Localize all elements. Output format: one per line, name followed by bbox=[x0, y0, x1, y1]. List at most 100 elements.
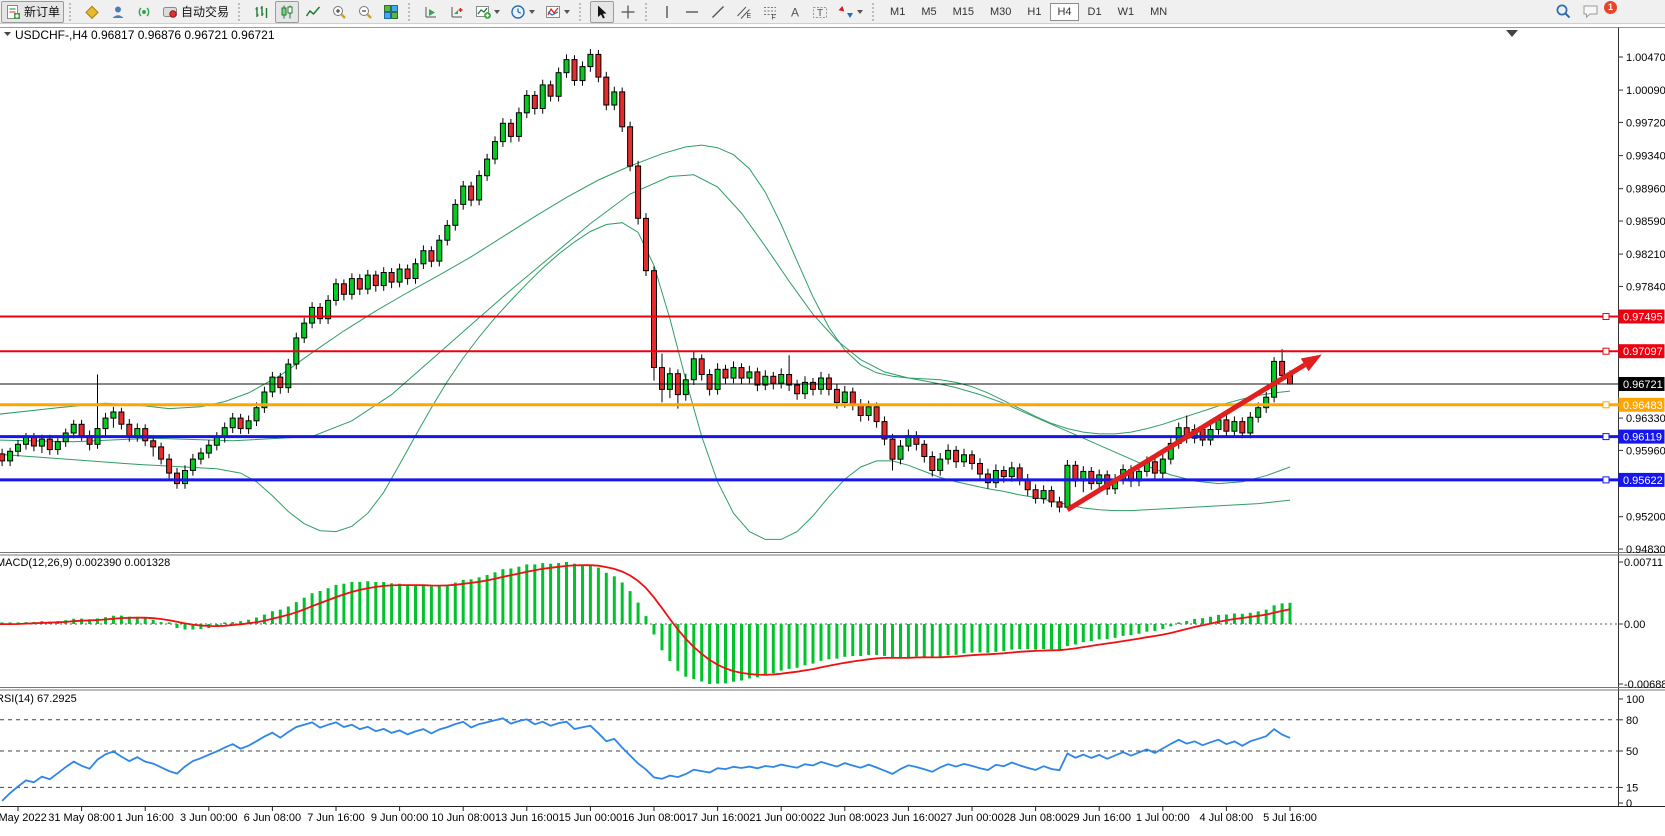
autotrading-button[interactable]: 自动交易 bbox=[158, 1, 233, 23]
signals-button[interactable] bbox=[132, 1, 156, 23]
timeframe-d1[interactable]: D1 bbox=[1081, 3, 1109, 21]
new-chart-button[interactable] bbox=[471, 1, 504, 23]
svg-text:0: 0 bbox=[1626, 798, 1632, 810]
indicators-button[interactable] bbox=[541, 1, 574, 23]
horizontal-lines[interactable] bbox=[0, 314, 1619, 483]
auto-scroll-button[interactable] bbox=[419, 1, 443, 23]
chart-shift-button[interactable] bbox=[445, 1, 469, 23]
text-tool-button[interactable]: A bbox=[784, 1, 806, 23]
search-button[interactable] bbox=[1551, 1, 1576, 23]
svg-text:16 Jun 08:00: 16 Jun 08:00 bbox=[622, 812, 686, 824]
bar-chart-icon bbox=[253, 4, 269, 20]
fibonacci-tool-button[interactable]: F bbox=[758, 1, 782, 23]
period-selector-button[interactable] bbox=[506, 1, 539, 23]
crosshair-tool-button[interactable] bbox=[616, 1, 640, 23]
candlestick-chart-icon bbox=[279, 4, 295, 20]
vertical-line-tool-button[interactable] bbox=[656, 1, 678, 23]
zoom-out-icon bbox=[357, 4, 373, 20]
equidistant-channel-tool-button[interactable]: E bbox=[732, 1, 756, 23]
toolbar-right-tools: 1 bbox=[1550, 0, 1605, 23]
vertical-line-icon bbox=[660, 4, 674, 20]
timeframe-m1[interactable]: M1 bbox=[883, 3, 912, 21]
svg-text:31 May 08:00: 31 May 08:00 bbox=[48, 812, 115, 824]
svg-text:1 Jun 16:00: 1 Jun 16:00 bbox=[116, 812, 174, 824]
notifications-button[interactable] bbox=[1578, 1, 1604, 23]
crosshair-icon bbox=[620, 4, 636, 20]
horizontal-line-icon bbox=[684, 4, 700, 20]
chart-shift-marker[interactable] bbox=[1506, 30, 1518, 37]
chevron-down-icon bbox=[564, 10, 570, 14]
market-watch-button[interactable] bbox=[80, 1, 104, 23]
chart-bars-button[interactable] bbox=[249, 1, 273, 23]
svg-text:0.95200: 0.95200 bbox=[1626, 512, 1665, 524]
autotrading-label: 自动交易 bbox=[181, 3, 229, 20]
svg-text:0.97495: 0.97495 bbox=[1623, 312, 1663, 324]
svg-text:6 Jun 08:00: 6 Jun 08:00 bbox=[244, 812, 302, 824]
timeframe-h4[interactable]: H4 bbox=[1050, 3, 1078, 21]
community-button[interactable] bbox=[106, 1, 130, 23]
chart-shift-icon bbox=[449, 4, 465, 20]
timeframe-mn[interactable]: MN bbox=[1143, 3, 1174, 21]
zoom-out-button[interactable] bbox=[353, 1, 377, 23]
auto-scroll-icon bbox=[423, 4, 439, 20]
text-label-tool-button[interactable]: T bbox=[808, 1, 832, 23]
clock-icon bbox=[510, 4, 526, 20]
svg-text:0.97097: 0.97097 bbox=[1623, 346, 1663, 358]
svg-text:0.96721: 0.96721 bbox=[1623, 379, 1663, 391]
svg-text:0.94830: 0.94830 bbox=[1626, 544, 1665, 556]
fibonacci-icon: F bbox=[762, 4, 778, 20]
svg-text:0.96483: 0.96483 bbox=[1623, 400, 1663, 412]
svg-text:10 Jun 08:00: 10 Jun 08:00 bbox=[431, 812, 495, 824]
svg-text:17 Jun 16:00: 17 Jun 16:00 bbox=[686, 812, 750, 824]
chevron-down-icon bbox=[494, 10, 500, 14]
tile-windows-button[interactable] bbox=[379, 1, 403, 23]
chart-title: USDCHF-,H4 0.96817 0.96876 0.96721 0.967… bbox=[4, 28, 275, 42]
arrows-tool-button[interactable] bbox=[834, 1, 867, 23]
trend-arrow[interactable] bbox=[1067, 355, 1321, 510]
horizontal-line-tool-button[interactable] bbox=[680, 1, 704, 23]
svg-text:-0.006888: -0.006888 bbox=[1624, 679, 1665, 691]
cursor-tool-button[interactable] bbox=[590, 1, 614, 23]
svg-text:A: A bbox=[791, 5, 799, 19]
svg-text:3 Jun 00:00: 3 Jun 00:00 bbox=[180, 812, 238, 824]
zoom-in-button[interactable] bbox=[327, 1, 351, 23]
svg-text:0.97840: 0.97840 bbox=[1626, 281, 1665, 293]
rsi-axis: 1008050150 bbox=[1619, 694, 1645, 810]
svg-text:0.95960: 0.95960 bbox=[1626, 445, 1665, 457]
svg-text:0.99340: 0.99340 bbox=[1626, 151, 1665, 163]
toolbar-separator bbox=[872, 3, 878, 21]
svg-text:0.00711: 0.00711 bbox=[1624, 557, 1663, 569]
svg-text:7 Jun 16:00: 7 Jun 16:00 bbox=[307, 812, 365, 824]
notification-badge[interactable]: 1 bbox=[1604, 1, 1617, 14]
price-chart[interactable]: 1.004701.000900.997200.993400.989600.985… bbox=[0, 0, 1665, 833]
signal-icon bbox=[136, 4, 152, 20]
svg-text:23 Jun 16:00: 23 Jun 16:00 bbox=[877, 812, 941, 824]
svg-text:29 Jun 16:00: 29 Jun 16:00 bbox=[1067, 812, 1131, 824]
timeframe-m15[interactable]: M15 bbox=[946, 3, 981, 21]
svg-text:USDCHF-,H4 0.96817 0.96876 0.9: USDCHF-,H4 0.96817 0.96876 0.96721 0.967… bbox=[15, 28, 275, 42]
svg-text:15 Jun 00:00: 15 Jun 00:00 bbox=[559, 812, 623, 824]
svg-text:0.98590: 0.98590 bbox=[1626, 216, 1665, 228]
svg-text:0.00: 0.00 bbox=[1624, 619, 1645, 631]
text-icon: A bbox=[788, 4, 802, 20]
svg-text:50: 50 bbox=[1626, 746, 1638, 758]
chart-line-button[interactable] bbox=[301, 1, 325, 23]
svg-text:0 May 2022: 0 May 2022 bbox=[0, 812, 47, 824]
toolbar-separator bbox=[408, 3, 414, 21]
svg-text:T: T bbox=[817, 8, 823, 19]
chart-candles-button[interactable] bbox=[275, 1, 299, 23]
gold-diamond-icon bbox=[84, 4, 100, 20]
svg-text:28 Jun 08:00: 28 Jun 08:00 bbox=[1004, 812, 1068, 824]
candles-layer bbox=[0, 49, 1293, 512]
toolbar-separator bbox=[579, 3, 585, 21]
trendline-tool-button[interactable] bbox=[706, 1, 730, 23]
svg-text:0.96330: 0.96330 bbox=[1626, 413, 1665, 425]
timeframe-w1[interactable]: W1 bbox=[1111, 3, 1142, 21]
chart-canvas[interactable]: 1.004701.000900.997200.993400.989600.985… bbox=[0, 0, 1665, 833]
autotrading-icon bbox=[162, 4, 178, 20]
zoom-in-icon bbox=[331, 4, 347, 20]
timeframe-m30[interactable]: M30 bbox=[983, 3, 1018, 21]
timeframe-m5[interactable]: M5 bbox=[914, 3, 943, 21]
timeframe-h1[interactable]: H1 bbox=[1020, 3, 1048, 21]
new-order-button[interactable]: 新订单 bbox=[1, 1, 64, 23]
